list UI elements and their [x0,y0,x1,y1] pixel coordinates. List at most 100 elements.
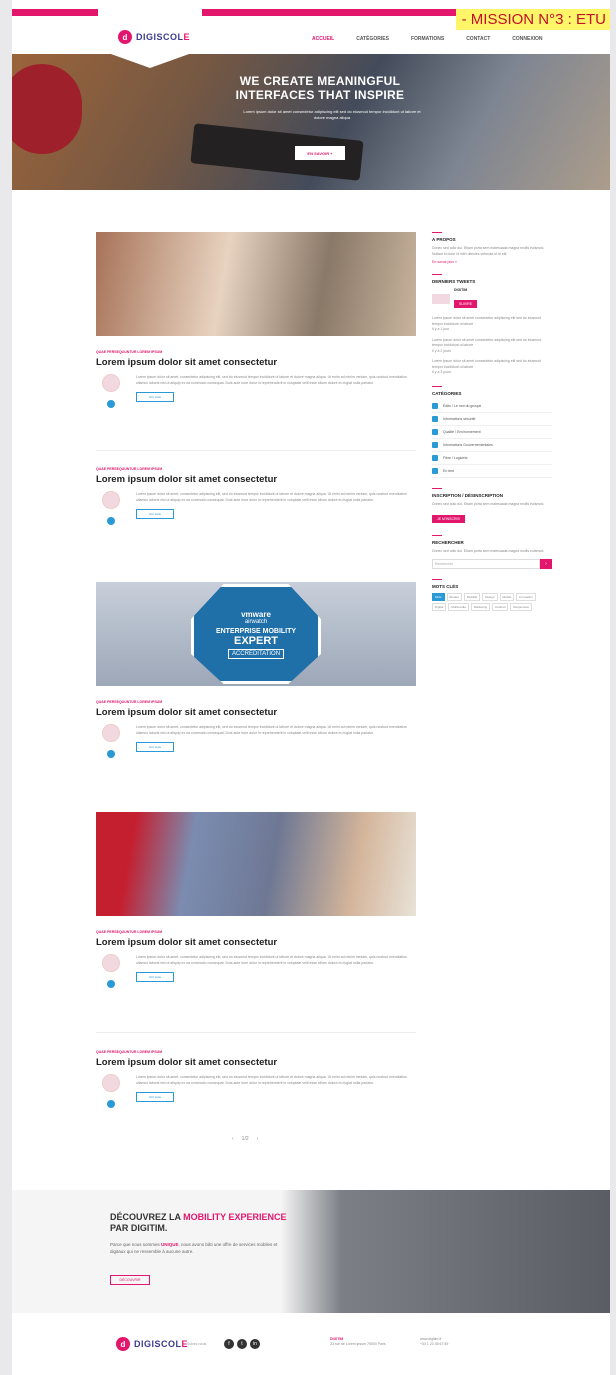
tag[interactable]: Responsive [510,602,533,611]
tweet-avatar [432,294,450,304]
category-item[interactable]: Fibre / Logiciels [432,452,552,465]
follow-button[interactable]: SUIVRE [454,300,478,308]
nav-item-connexion[interactable]: Connexion [512,36,542,42]
social-links: f t in [224,1339,260,1349]
categories-title: CATÉGORIES [432,390,462,396]
linkedin-icon[interactable]: in [250,1339,260,1349]
badge-icon [102,491,120,509]
search-box: Rechercher › [432,558,552,569]
nav-item-contact[interactable]: Contact [466,36,490,42]
sidebar: A PROPOS Donec sed odio dui. Etiam porta… [432,232,552,611]
post-title[interactable]: Lorem ipsum dolor sit amet consectetur [96,707,416,718]
folder-icon [432,402,438,409]
newsletter-title: INSCRIPTION / DÉSINSCRIPTION [432,492,504,498]
tag[interactable]: Digital [432,602,447,611]
post-category[interactable]: Quae persequuntur lorem ipsum [96,1050,416,1054]
share-icon[interactable] [107,750,115,758]
tag[interactable]: Études [446,592,462,601]
post-excerpt: Lorem ipsum dolor sit amet, consectetur … [136,725,407,735]
tweet-text: Lorem ipsum dolor sit amet consectetur a… [432,337,541,348]
tag[interactable]: Marketing [470,602,491,611]
facebook-icon[interactable]: f [224,1339,234,1349]
tweets-title: DERNIERS TWEETS [432,279,476,284]
post-category[interactable]: Quae persequuntur lorem ipsum [96,930,416,934]
hero-cta-button[interactable]: EN SAVOIR + [295,146,345,160]
page-indicator: 1/2 [241,1136,249,1142]
tag[interactable]: Mobile [499,592,515,601]
tag[interactable]: Design [482,592,498,601]
accreditation-badge: vmware airwatch ENTERPRISE MOBILITY EXPE… [191,584,321,684]
logo-text: DIGISCOLE [136,32,191,42]
logo-mark-icon: d [116,1337,130,1351]
search-input[interactable]: Rechercher [432,558,540,569]
folder-icon [432,454,438,461]
hero-subtitle: Lorem ipsum dolor sit amet consectetur a… [243,109,421,120]
post-card: Quae persequuntur lorem ipsum Lorem ipsu… [96,1050,416,1108]
badge-icon [102,374,120,392]
about-text: Donec sed odio dui. Etiam porta sem male… [432,246,545,256]
page: Accueil Catégories Formations Contact Co… [12,0,610,1375]
category-item[interactable]: Édito / Le mot du groupe [432,400,552,413]
nav-item-accueil[interactable]: Accueil [312,36,334,42]
share-icon[interactable] [107,400,115,408]
read-more-button[interactable]: Voir suite [136,392,174,402]
tag[interactable]: Mots [432,592,445,601]
subscribe-button[interactable]: JE M'INSCRIS [432,515,465,523]
footer: d DIGISCOLE Suivez-nous f t in DIGITIM 33… [12,1313,610,1375]
about-link[interactable]: En savoir plus » [432,260,552,264]
hero-title: WE CREATE MEANINGFUL INTERFACES THAT INS… [235,74,405,102]
twitter-icon[interactable]: t [237,1339,247,1349]
post-category[interactable]: Quae persequuntur lorem ipsum [96,700,416,704]
category-item[interactable]: Qualité / Environnement [432,426,552,439]
folder-icon [432,467,438,474]
newsletter-text: Donec sed odio dui. Etiam porta sem male… [432,501,545,506]
read-more-button[interactable]: Voir suite [136,972,174,982]
post-excerpt: Lorem ipsum dolor sit amet, consectetur … [136,375,407,385]
nav-links: Accueil Catégories Formations Contact Co… [312,36,543,42]
tag[interactable]: Android [492,602,509,611]
post-title[interactable]: Lorem ipsum dolor sit amet consectetur [96,357,416,368]
promo-banner: DÉCOUVREZ LA MOBILITY EXPERIENCE PAR DIGI… [12,1190,610,1313]
nav-item-formations[interactable]: Formations [411,36,444,42]
footer-address: DIGITIM 33 rue de Lorem ipsum 75000 Paris [330,1337,386,1346]
promo-text: Parce que nous sommes UNIQUE, nous avons… [110,1242,278,1254]
post-card: Quae persequuntur lorem ipsum Lorem ipsu… [96,232,416,408]
tweet-handle: DIGITIM [454,288,468,292]
folder-icon [432,428,438,435]
post-title[interactable]: Lorem ipsum dolor sit amet consectetur [96,937,416,948]
post-excerpt: Lorem ipsum dolor sit amet, consectetur … [136,492,407,502]
category-item[interactable]: En test [432,465,552,478]
post-title[interactable]: Lorem ipsum dolor sit amet consectetur [96,1057,416,1068]
post-card: vmware airwatch ENTERPRISE MOBILITY EXPE… [96,582,416,758]
read-more-button[interactable]: Voir suite [136,742,174,752]
category-item[interactable]: Informations Gouvernementales [432,439,552,452]
search-button[interactable]: › [540,558,552,569]
logo[interactable]: d DIGISCOLE [118,30,190,44]
footer-logo[interactable]: d DIGISCOLE [116,1337,188,1351]
post-image[interactable]: vmware airwatch ENTERPRISE MOBILITY EXPE… [96,582,416,686]
share-icon[interactable] [107,1100,115,1108]
tag[interactable]: Formation [516,592,536,601]
read-more-button[interactable]: Voir suite [136,1092,174,1102]
nav-item-categories[interactable]: Catégories [356,36,389,42]
post-category[interactable]: Quae persequuntur lorem ipsum [96,350,416,354]
share-icon[interactable] [107,517,115,525]
tags-title: MOTS CLÉS [432,583,459,589]
tag[interactable]: Multimedia [448,602,469,611]
tag-cloud: Mots Études Mobilité Design Mobile Forma… [432,592,552,611]
next-page-button[interactable]: › [257,1136,259,1142]
post-image[interactable] [96,812,416,916]
post-category[interactable]: Quae persequuntur lorem ipsum [96,467,416,471]
post-title[interactable]: Lorem ipsum dolor sit amet consectetur [96,474,416,485]
post-image[interactable] [96,232,416,336]
tag[interactable]: Mobilité [463,592,481,601]
prev-page-button[interactable]: ‹ [232,1136,234,1142]
tweet-time: Il y a 3 jours [432,370,451,374]
read-more-button[interactable]: Voir suite [136,509,174,519]
category-item[interactable]: Informations sécurité [432,413,552,426]
share-icon[interactable] [107,980,115,988]
tweet-text: Lorem ipsum dolor sit amet consectetur a… [432,316,541,326]
badge-icon [102,1074,120,1092]
promo-discover-button[interactable]: DÉCOUVRIR [110,1275,150,1285]
post-card: Quae persequuntur lorem ipsum Lorem ipsu… [96,812,416,988]
